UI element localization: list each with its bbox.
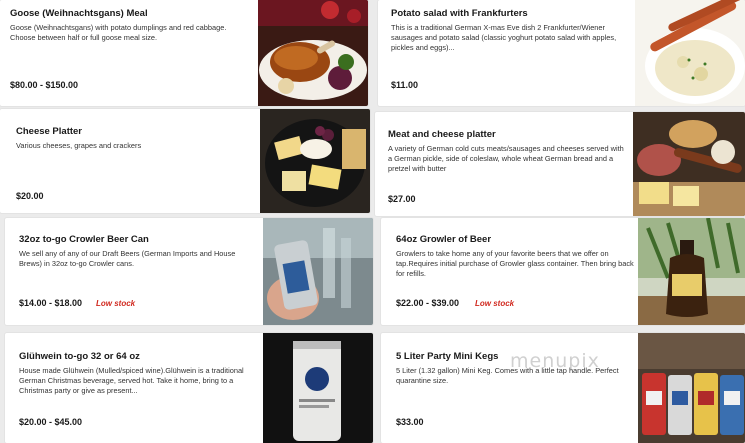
item-price: $20.00 xyxy=(16,191,44,201)
item-title: Cheese Platter xyxy=(16,126,83,137)
item-description: Growlers to take home any of your favori… xyxy=(396,249,634,278)
menu-item-card[interactable]: Goose (Weihnachtsgans) Meal Goose (Weihn… xyxy=(0,0,368,106)
menu-item-card[interactable]: 64oz Growler of Beer Growlers to take ho… xyxy=(381,218,745,325)
item-description: House made Glühwein (Mulled/spiced wine)… xyxy=(19,366,244,395)
item-description: We sell any of any of our Draft Beers (G… xyxy=(19,249,236,268)
item-title: Meat and cheese platter xyxy=(388,129,496,140)
menu-item-card[interactable]: Potato salad with Frankfurters This is a… xyxy=(378,0,745,106)
item-title: Glühwein to-go 32 or 64 oz xyxy=(19,351,140,362)
item-title: Goose (Weihnachtsgans) Meal xyxy=(10,8,148,19)
low-stock-badge: Low stock xyxy=(475,299,515,308)
item-price: $27.00 xyxy=(388,194,416,204)
item-price: $80.00 - $150.00 xyxy=(10,80,79,90)
meat-cheese-platter-photo[interactable] xyxy=(633,112,745,216)
menu-item-card[interactable]: 32oz to-go Crowler Beer Can We sell any … xyxy=(5,218,373,325)
item-price: $33.00 xyxy=(396,417,424,427)
menu-item-card[interactable]: Glühwein to-go 32 or 64 oz House made Gl… xyxy=(5,333,373,443)
item-title: Potato salad with Frankfurters xyxy=(391,8,528,19)
item-description: Various cheeses, grapes and crackers xyxy=(16,141,142,150)
item-title: 32oz to-go Crowler Beer Can xyxy=(19,234,149,245)
item-description: This is a traditional German X-mas Eve d… xyxy=(391,23,617,52)
mini-kegs-photo[interactable] xyxy=(638,333,745,443)
low-stock-badge: Low stock xyxy=(96,299,136,308)
item-price: $22.00 - $39.00 xyxy=(396,298,460,308)
item-price: $11.00 xyxy=(391,80,419,90)
item-price: $20.00 - $45.00 xyxy=(19,417,83,427)
watermark-text: menupix xyxy=(510,350,600,372)
crowler-can-photo[interactable] xyxy=(263,218,373,325)
roast-goose-photo[interactable] xyxy=(258,0,368,106)
menu-item-card[interactable]: Meat and cheese platter A variety of Ger… xyxy=(375,112,745,216)
menu-item-card[interactable]: Cheese Platter Various cheeses, grapes a… xyxy=(0,109,370,213)
item-title: 64oz Growler of Beer xyxy=(396,234,492,245)
potato-salad-photo[interactable] xyxy=(635,0,745,106)
cheese-platter-photo[interactable] xyxy=(260,109,370,213)
item-description: Goose (Weihnachtsgans) with potato dumpl… xyxy=(10,23,227,42)
item-price: $14.00 - $18.00 xyxy=(19,298,83,308)
growler-photo[interactable] xyxy=(638,218,745,325)
gluehwein-can-photo[interactable] xyxy=(263,333,373,443)
item-description: A variety of German cold cuts meats/saus… xyxy=(388,144,624,173)
